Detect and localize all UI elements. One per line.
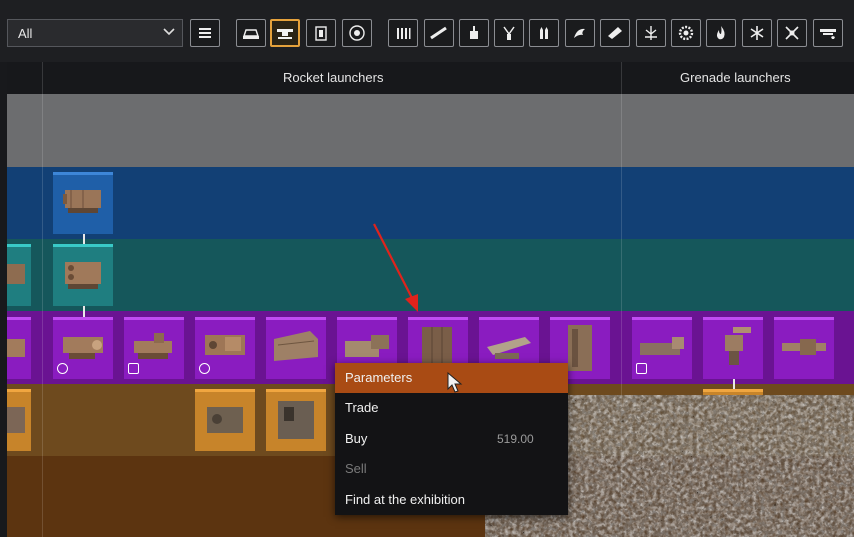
rarity-row-special	[0, 239, 854, 311]
list-view-button[interactable]	[190, 19, 220, 47]
weapon-card[interactable]	[124, 317, 184, 379]
melee-filter-button[interactable]	[600, 19, 630, 47]
drones-filter-button[interactable]	[777, 19, 807, 47]
mouse-cursor-icon	[447, 372, 463, 393]
menu-item-trade[interactable]: Trade	[335, 393, 568, 423]
menu-item-find-at-exhibition[interactable]: Find at the exhibition	[335, 485, 568, 515]
weapon-card[interactable]	[53, 317, 113, 379]
rocket-launcher-icon	[65, 262, 101, 289]
filter-toolbar: All	[0, 0, 854, 62]
cabins-filter-button[interactable]	[236, 19, 266, 47]
weapon-card[interactable]	[7, 244, 31, 306]
special-weapons-filter-button[interactable]	[813, 19, 843, 47]
flamethrowers-filter-button[interactable]	[494, 19, 524, 47]
column-divider	[42, 62, 43, 537]
modules-filter-button[interactable]	[306, 19, 336, 47]
flamethrower-nozzle-icon	[503, 26, 515, 40]
movement-parts-filter-button[interactable]	[342, 19, 372, 47]
list-icon	[199, 28, 211, 38]
menu-item-sell: Sell	[345, 461, 367, 477]
shotguns-filter-button[interactable]	[424, 19, 454, 47]
modules-icon	[315, 26, 327, 41]
grenade-launcher-icon	[725, 327, 751, 365]
weapons-icon	[277, 29, 293, 39]
melee-icon	[608, 27, 622, 39]
weapon-card[interactable]	[7, 389, 31, 451]
freeze-filter-button[interactable]	[742, 19, 772, 47]
gear-icon	[678, 25, 694, 41]
rocket-launchers-filter-button[interactable]	[529, 19, 559, 47]
weapons-filter-button[interactable]	[270, 19, 300, 47]
weapon-card[interactable]	[774, 317, 834, 379]
special-weapon-icon	[820, 29, 836, 39]
tesla-filter-button[interactable]	[636, 19, 666, 47]
weapon-card[interactable]	[53, 244, 113, 306]
machine-guns-filter-button[interactable]	[388, 19, 418, 47]
grenade-launcher-icon	[782, 339, 826, 355]
weapon-card[interactable]	[632, 317, 692, 379]
rocket-launcher-icon	[7, 407, 25, 433]
rocket-launcher-icon	[63, 190, 101, 213]
weapon-card[interactable]	[266, 317, 326, 379]
dragon-weapons-filter-button[interactable]	[565, 19, 595, 47]
left-edge	[0, 62, 7, 537]
turret-icon	[470, 26, 478, 39]
rocket-launcher-icon	[7, 339, 25, 357]
rarity-row-common	[0, 94, 854, 167]
upgrade-connector	[83, 305, 85, 317]
shotgun-icon	[430, 26, 447, 40]
rocket-launcher-icon	[7, 264, 25, 284]
fire-filter-button[interactable]	[706, 19, 736, 47]
weapon-card[interactable]	[195, 317, 255, 379]
drone-icon	[785, 26, 799, 40]
category-filter-value: All	[18, 26, 33, 41]
weapon-card[interactable]	[703, 317, 763, 379]
weapon-card[interactable]	[7, 317, 31, 379]
missiles-icon	[540, 27, 548, 39]
chevron-down-icon	[162, 23, 176, 44]
rocket-launcher-icon	[274, 331, 318, 361]
rocket-launcher-icon	[207, 407, 243, 433]
ammo-icon	[397, 28, 411, 39]
gear-filter-button[interactable]	[671, 19, 701, 47]
column-header-grenade-launchers: Grenade launchers	[680, 70, 791, 85]
weapon-class-header: Rocket launchers Grenade launchers	[0, 62, 854, 94]
fire-icon	[717, 26, 725, 40]
weapon-card[interactable]	[266, 389, 326, 451]
snowflake-icon	[750, 26, 764, 40]
cabin-icon	[243, 29, 259, 39]
cannons-filter-button[interactable]	[459, 19, 489, 47]
dragon-icon	[574, 28, 585, 38]
rocket-launcher-icon	[278, 401, 314, 439]
wheel-icon	[349, 25, 365, 41]
category-filter-dropdown[interactable]: All	[7, 19, 183, 47]
rarity-row-rare	[0, 167, 854, 239]
column-header-rocket-launchers: Rocket launchers	[283, 70, 384, 85]
tesla-icon	[645, 26, 657, 40]
weapon-card[interactable]	[195, 389, 255, 451]
weapon-card[interactable]	[53, 172, 113, 234]
buy-price: 519.00	[497, 432, 534, 446]
